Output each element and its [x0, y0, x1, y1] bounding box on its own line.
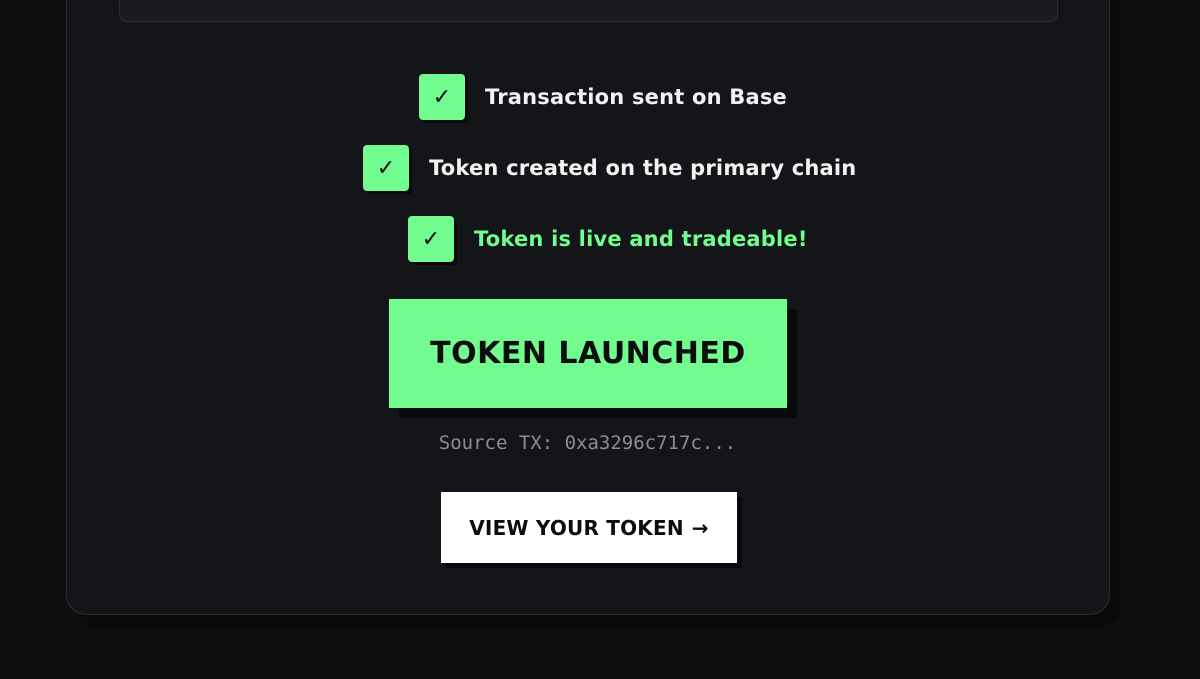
- step-label: Token created on the primary chain: [429, 156, 857, 180]
- checkmark-icon: ✓: [408, 216, 454, 262]
- step-transaction-sent: ✓ Transaction sent on Base: [419, 74, 787, 120]
- step-token-live: ✓ Token is live and tradeable!: [408, 216, 808, 262]
- view-token-label: VIEW YOUR TOKEN: [469, 515, 684, 540]
- arrow-right-icon: →: [691, 515, 709, 540]
- source-tx-hash: Source TX: 0xa3296c717c...: [438, 432, 737, 454]
- step-token-created: ✓ Token created on the primary chain: [363, 145, 856, 191]
- view-your-token-button[interactable]: VIEW YOUR TOKEN →: [441, 492, 737, 563]
- step-label: Token is live and tradeable!: [474, 227, 808, 251]
- top-panel: [119, 0, 1058, 22]
- checkmark-icon: ✓: [419, 74, 465, 120]
- token-launched-button[interactable]: TOKEN LAUNCHED: [389, 299, 787, 408]
- step-label: Transaction sent on Base: [485, 85, 787, 109]
- checkmark-icon: ✓: [363, 145, 409, 191]
